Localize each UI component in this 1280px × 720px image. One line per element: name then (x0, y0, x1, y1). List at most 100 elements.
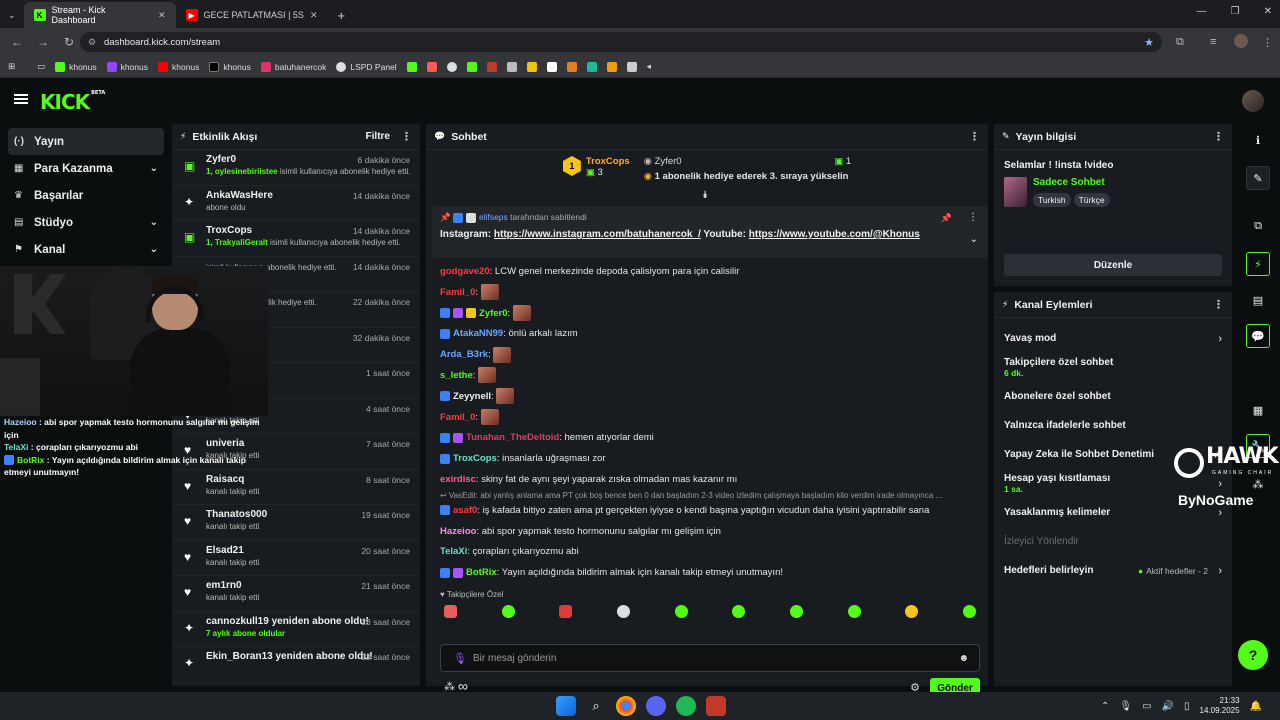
channel-action-item[interactable]: Yalnızca ifadelerle sohbet (994, 411, 1232, 440)
more-options-icon[interactable]: ⋮ (1213, 298, 1224, 311)
bookmark-instagram[interactable]: batuhanercok (260, 61, 326, 72)
kick-logo[interactable]: KICK BETA (40, 90, 105, 114)
chat-message[interactable]: TroxCops: insanlarla uğraşması zor (440, 449, 980, 470)
bookmark-icon[interactable] (406, 61, 417, 72)
back-icon[interactable]: ← (4, 35, 30, 49)
chat-message[interactable]: exirdisc: skiny fat de aynı şeyi yaparak… (440, 470, 980, 491)
sidebar-item-basarilar[interactable]: ♛ Başarılar (8, 182, 164, 209)
emoji-icon[interactable]: ☻ (958, 653, 969, 664)
activity-item[interactable]: ▣ TroxCops 14 dakika önce 1, TrakyaliGeralt… (172, 221, 420, 257)
notifications-icon[interactable]: 🔔 (1250, 701, 1262, 712)
youtube-link[interactable]: https://www.youtube.com/@Khonus (749, 229, 920, 240)
emote-icon[interactable] (616, 605, 630, 618)
scroll-down-icon[interactable]: ⯯ (702, 190, 708, 201)
star-icon[interactable]: ★ (1144, 36, 1154, 49)
bookmark-icon[interactable] (626, 61, 637, 72)
bookmark-icon[interactable] (546, 61, 557, 72)
chat-username[interactable]: Famil_0 (440, 412, 475, 423)
chrome-icon[interactable] (616, 696, 636, 716)
more-options-icon[interactable]: ⋮ (401, 130, 412, 143)
chat-message[interactable]: Zyfer0: (440, 304, 980, 325)
info-icon[interactable]: ℹ (1246, 128, 1270, 152)
battery-icon[interactable]: ▯ (1184, 701, 1190, 712)
activity-item[interactable]: ▣ Zyfer0 6 dakika önce 1, oylesinebiriistee… (172, 150, 420, 186)
chat-username[interactable]: Famil_0 (440, 287, 475, 298)
site-info-icon[interactable]: ⚙ (88, 37, 96, 48)
spotify-icon[interactable] (676, 696, 696, 716)
chat-username[interactable]: TelaXi (440, 546, 467, 557)
minimize-icon[interactable]: — (1197, 6, 1207, 17)
lightning-icon[interactable]: ⚡ (1246, 252, 1270, 276)
more-options-icon[interactable]: ⋮ (969, 130, 980, 143)
chat-message[interactable]: Tunahan_TheDeltoid: hemen atıyorlar demi (440, 428, 980, 449)
bookmark-twitch[interactable]: khonus (106, 61, 148, 72)
chat-username[interactable]: Arda_B3rk (440, 349, 488, 360)
volume-icon[interactable]: 🔊 (1162, 701, 1174, 712)
chat-username[interactable]: exirdisc (440, 474, 476, 485)
bookmark-icon[interactable] (506, 61, 517, 72)
chat-message[interactable]: s_lethe: (440, 366, 980, 387)
browser-tab-youtube[interactable]: ▶ GECE PATLATMASI | 5Sriders | ✕ (176, 2, 328, 28)
chat-message[interactable]: Famil_0: (440, 283, 980, 304)
bookmark-icon[interactable] (526, 61, 537, 72)
chat-username[interactable]: godgave20 (440, 266, 490, 277)
emote-icon[interactable] (559, 605, 573, 618)
chat-username[interactable]: s_lethe (440, 370, 473, 381)
more-options-icon[interactable]: ⋮ (968, 212, 978, 223)
bookmark-icon[interactable] (466, 61, 477, 72)
folder-icon[interactable]: ▭ (37, 61, 45, 72)
bookmark-icon[interactable] (566, 61, 577, 72)
chat-username[interactable]: TroxCops (453, 453, 497, 464)
leaderboard-entry-first[interactable]: 1 TroxCops ▣ 3 (562, 156, 630, 198)
chat-message-input[interactable]: 🎙 Bir mesaj gönderin ☻ (440, 644, 980, 672)
app-icon[interactable] (706, 696, 726, 716)
user-avatar[interactable] (1242, 90, 1264, 112)
filter-button[interactable]: Filtre (366, 131, 390, 142)
channel-action-item[interactable]: Abonelere özel sohbet (994, 382, 1232, 411)
emote-icon[interactable] (847, 605, 861, 618)
chat-username[interactable]: Hazeioo (440, 526, 476, 537)
instagram-link[interactable]: https://www.instagram.com/batuhanercok_/ (494, 229, 701, 240)
discord-icon[interactable] (646, 696, 666, 716)
emote-icon[interactable] (789, 605, 803, 618)
activity-item[interactable]: ✦ Ekin_Boran13 yeniden abone oldu! 23 saat… (172, 647, 420, 683)
chat-username[interactable]: asaf0 (453, 505, 477, 516)
search-icon[interactable]: ⌕ (586, 696, 606, 716)
layout-icon[interactable]: ▦ (1246, 398, 1270, 422)
channel-action-item[interactable]: Takipçilere özel sohbet 6 dk. (994, 353, 1232, 382)
more-options-icon[interactable]: ⋮ (1213, 130, 1224, 143)
channel-action-item[interactable]: Yavaş mod › (994, 324, 1232, 353)
emote-icon[interactable] (674, 605, 688, 618)
chat-username[interactable]: Zeyynell (453, 391, 491, 402)
browser-tab-kick[interactable]: K Stream - Kick Dashboard ✕ (23, 2, 176, 28)
emote-icon[interactable] (905, 605, 919, 618)
bookmark-icon[interactable] (486, 61, 497, 72)
close-window-icon[interactable]: ✕ (1264, 6, 1272, 17)
profile-avatar[interactable] (1234, 34, 1248, 48)
activity-item[interactable]: ✦ cannozkull19 yeniden abone oldu! 23 saat… (172, 612, 420, 647)
bookmark-icon[interactable] (426, 61, 437, 72)
category-name[interactable]: Sadece Sohbet (1033, 177, 1113, 188)
screen-icon[interactable]: ⧉ (1246, 214, 1270, 238)
activity-item[interactable]: ♥ em1rn0 21 saat önce kanalı takip etti (172, 576, 420, 612)
activity-item[interactable]: ♥ Thanatos000 19 saat önce kanalı takip ett… (172, 505, 420, 541)
emote-icon[interactable] (732, 605, 746, 618)
new-tab-button[interactable]: + (328, 2, 356, 28)
sidebar-item-para-kazanma[interactable]: ▦ Para Kazanma ⌄ (8, 155, 164, 182)
windows-start-icon[interactable] (556, 696, 576, 716)
bookmark-x[interactable]: khonus (209, 61, 251, 72)
activity-item[interactable]: ✦ AnkaWasHere 14 dakika önce abone oldu (172, 186, 420, 221)
chat-message[interactable]: Arda_B3rk: (440, 345, 980, 366)
maximize-icon[interactable]: ❐ (1231, 6, 1240, 17)
bookmark-icon[interactable] (446, 61, 457, 72)
channel-action-item[interactable]: Hedefleri belirleyin›Aktif hedefler - 2 (994, 556, 1232, 585)
chat-icon[interactable]: 💬 (1246, 324, 1270, 348)
chat-message[interactable]: godgave20: LCW genel merkezinde depoda ç… (440, 262, 980, 283)
unpin-icon[interactable]: 📌 (941, 213, 952, 224)
chat-message[interactable]: BotRix: Yayın açıldığında bildirim almak… (440, 563, 980, 584)
chevron-up-icon[interactable]: ⌃ (1101, 701, 1109, 712)
chat-username[interactable]: BotRix (466, 567, 497, 578)
bookmark-icon[interactable] (586, 61, 597, 72)
media-icon[interactable]: ≡ (1210, 36, 1216, 48)
channel-action-item[interactable]: İzleyici Yönlendir (994, 527, 1232, 556)
